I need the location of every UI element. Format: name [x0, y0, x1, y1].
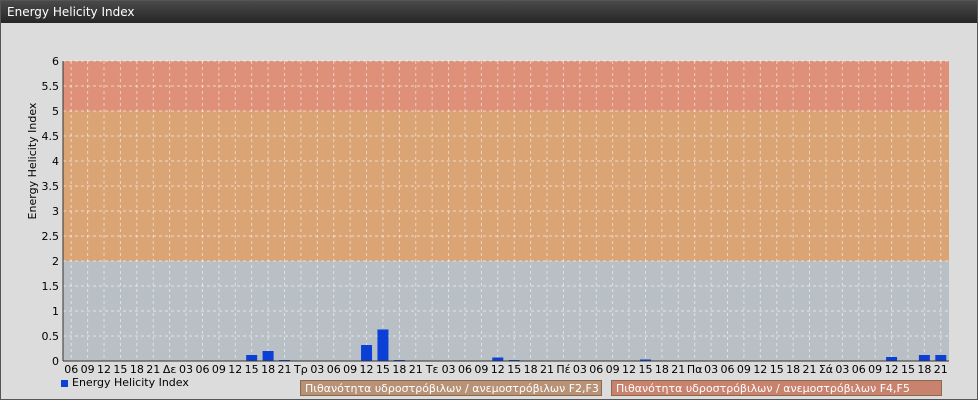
x-tick-label: 12: [491, 363, 505, 376]
y-tick-label: 1: [52, 305, 59, 318]
x-tick-label: 15: [113, 363, 127, 376]
x-tick-label: 03: [310, 363, 324, 376]
x-tick-label: 21: [278, 363, 292, 376]
x-tick-label: 21: [540, 363, 554, 376]
x-tick-label: 12: [360, 363, 374, 376]
x-tick-label: 03: [442, 363, 456, 376]
x-tick-label: 18: [917, 363, 931, 376]
x-tick-label: 06: [327, 363, 341, 376]
legend-swatch: [61, 379, 68, 387]
y-tick-label: 2.5: [42, 230, 60, 243]
x-tick-label: 18: [655, 363, 669, 376]
x-tick-label: 03: [704, 363, 718, 376]
x-tick-label: 03: [573, 363, 587, 376]
x-tick-label: 09: [212, 363, 226, 376]
x-tick-label: 12: [228, 363, 242, 376]
x-tick-label: 21: [409, 363, 423, 376]
legend-series-label: Energy Helicity Index: [72, 376, 189, 389]
y-tick-label: 4.5: [42, 130, 60, 143]
window-title: Energy Helicity Index: [1, 1, 977, 23]
x-tick-label: 09: [737, 363, 751, 376]
bar: [361, 345, 373, 361]
x-tick-label: 03: [179, 363, 193, 376]
y-tick-label: 6: [52, 55, 59, 68]
x-tick-label: Σά: [819, 363, 833, 376]
x-tick-label: 12: [885, 363, 899, 376]
x-tick-label: 15: [376, 363, 390, 376]
bar: [377, 329, 389, 361]
y-tick-label: 1.5: [42, 280, 60, 293]
y-tick-label: 3: [52, 205, 59, 218]
x-tick-label: 09: [868, 363, 882, 376]
x-tick-label: 06: [195, 363, 209, 376]
y-tick-label: 5.5: [42, 80, 60, 93]
x-tick-label: 15: [507, 363, 521, 376]
x-tick-label: 15: [901, 363, 915, 376]
y-tick-label: 2: [52, 255, 59, 268]
x-tick-label: 18: [130, 363, 144, 376]
bar: [492, 357, 504, 361]
bar: [262, 351, 274, 361]
x-tick-label: 12: [97, 363, 111, 376]
x-tick-label: 15: [770, 363, 784, 376]
x-tick-label: 06: [721, 363, 735, 376]
x-tick-label: 09: [343, 363, 357, 376]
legend-band-f2f3: Πιθανότητα υδροστρόβιλων / ανεμοστρόβιλω…: [300, 380, 602, 396]
x-tick-label: Δε: [163, 363, 177, 376]
x-tick-label: 15: [245, 363, 259, 376]
y-tick-label: 0.5: [42, 330, 60, 343]
bar: [886, 357, 898, 361]
x-tick-label: Τε: [425, 363, 439, 376]
x-tick-label: 12: [753, 363, 767, 376]
x-tick-label: 21: [146, 363, 160, 376]
x-tick-label: 09: [606, 363, 620, 376]
x-tick-label: 06: [64, 363, 78, 376]
x-tick-label: 21: [803, 363, 817, 376]
y-tick-label: 3.5: [42, 180, 60, 193]
x-tick-label: Πέ: [556, 363, 570, 376]
y-axis-label: Energy Helicity Index: [26, 102, 39, 219]
x-tick-label: 21: [934, 363, 948, 376]
x-tick-label: 09: [474, 363, 488, 376]
x-tick-label: 06: [458, 363, 472, 376]
chart-svg: 00.511.522.533.544.555.5606 09 12 15 18 21 Δε 0…: [26, 55, 949, 376]
legend-series-entry: Energy Helicity Index: [61, 376, 189, 389]
bar: [246, 355, 258, 361]
legend-band-f4f5: Πιθανότητα υδροστρόβιλων / ανεμοστρόβιλω…: [611, 380, 942, 396]
x-tick-label: 18: [261, 363, 275, 376]
bar: [935, 355, 947, 361]
x-tick-label: 18: [786, 363, 800, 376]
x-tick-label: Τρ: [293, 363, 308, 376]
x-tick-label: 06: [852, 363, 866, 376]
bar: [918, 355, 930, 361]
y-tick-label: 4: [52, 155, 59, 168]
x-tick-label: 12: [622, 363, 636, 376]
y-tick-label: 0: [52, 355, 59, 368]
x-tick-label: 09: [81, 363, 95, 376]
x-tick-label: 06: [589, 363, 603, 376]
y-tick-label: 5: [52, 105, 59, 118]
x-tick-label: 21: [671, 363, 685, 376]
chart-window: Energy Helicity Index 0 0.5 1 1.5 2 2.5 3 3.5 4 4…: [0, 0, 978, 400]
x-tick-label: 15: [638, 363, 652, 376]
x-tick-label: 18: [524, 363, 538, 376]
x-tick-label: Πα: [687, 363, 703, 376]
x-tick-label: 18: [392, 363, 406, 376]
x-tick-label: 03: [835, 363, 849, 376]
